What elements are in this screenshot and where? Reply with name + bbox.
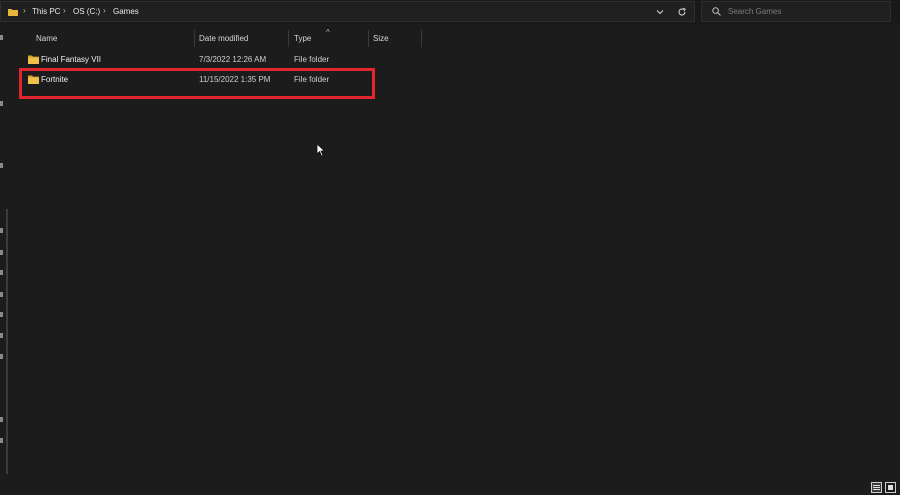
nav-item-marker [0, 354, 3, 359]
breadcrumb-games[interactable]: Games [113, 7, 139, 16]
nav-item-marker [0, 333, 3, 338]
search-input[interactable] [728, 5, 883, 18]
navigation-scrollbar[interactable] [6, 209, 8, 474]
address-bar[interactable]: › This PC › OS (C:) › Games [0, 1, 695, 22]
search-box[interactable] [701, 1, 891, 22]
search-icon [712, 7, 721, 16]
nav-item-marker [0, 35, 3, 40]
nav-item-marker [0, 292, 3, 297]
top-bar: › This PC › OS (C:) › Games [0, 0, 900, 24]
highlight-box [19, 68, 375, 99]
column-header-type[interactable]: Type [294, 34, 311, 43]
nav-item-marker [0, 312, 3, 317]
column-header-date[interactable]: Date modified [199, 34, 248, 43]
mouse-cursor-icon [316, 143, 326, 157]
file-row-final-fantasy-vii[interactable]: Final Fantasy VII 7/3/2022 12:26 AM File… [20, 51, 375, 69]
nav-item-marker [0, 417, 3, 422]
file-type: File folder [294, 55, 330, 64]
folder-icon [8, 9, 18, 16]
column-header: Name Date modified Type ^ Size [20, 28, 440, 48]
breadcrumb-this-pc[interactable]: This PC [32, 7, 60, 16]
column-header-size[interactable]: Size [373, 34, 389, 43]
refresh-icon[interactable] [677, 7, 687, 17]
folder-icon [28, 55, 39, 64]
nav-item-marker [0, 228, 3, 233]
nav-item-marker [0, 163, 3, 168]
column-header-name[interactable]: Name [36, 34, 57, 43]
file-date-modified: 7/3/2022 12:26 AM [199, 55, 267, 64]
column-divider[interactable] [288, 30, 289, 47]
status-bar [0, 479, 900, 495]
column-divider[interactable] [194, 30, 195, 47]
navigation-pane[interactable] [0, 24, 8, 479]
column-divider[interactable] [368, 30, 369, 47]
file-name: Final Fantasy VII [41, 55, 102, 64]
nav-item-marker [0, 438, 3, 443]
column-divider[interactable] [421, 30, 422, 47]
nav-item-marker [0, 101, 3, 106]
nav-item-marker [0, 250, 3, 255]
details-view-icon[interactable] [871, 482, 882, 493]
large-icons-view-icon[interactable] [885, 482, 896, 493]
breadcrumb-os-c[interactable]: OS (C:) [73, 7, 100, 16]
nav-item-marker [0, 270, 3, 275]
sort-ascending-icon: ^ [326, 28, 330, 37]
chevron-down-icon[interactable] [655, 7, 665, 17]
breadcrumb-separator: › [103, 6, 106, 15]
breadcrumb-separator: › [63, 6, 66, 15]
breadcrumb-separator: › [23, 6, 26, 15]
